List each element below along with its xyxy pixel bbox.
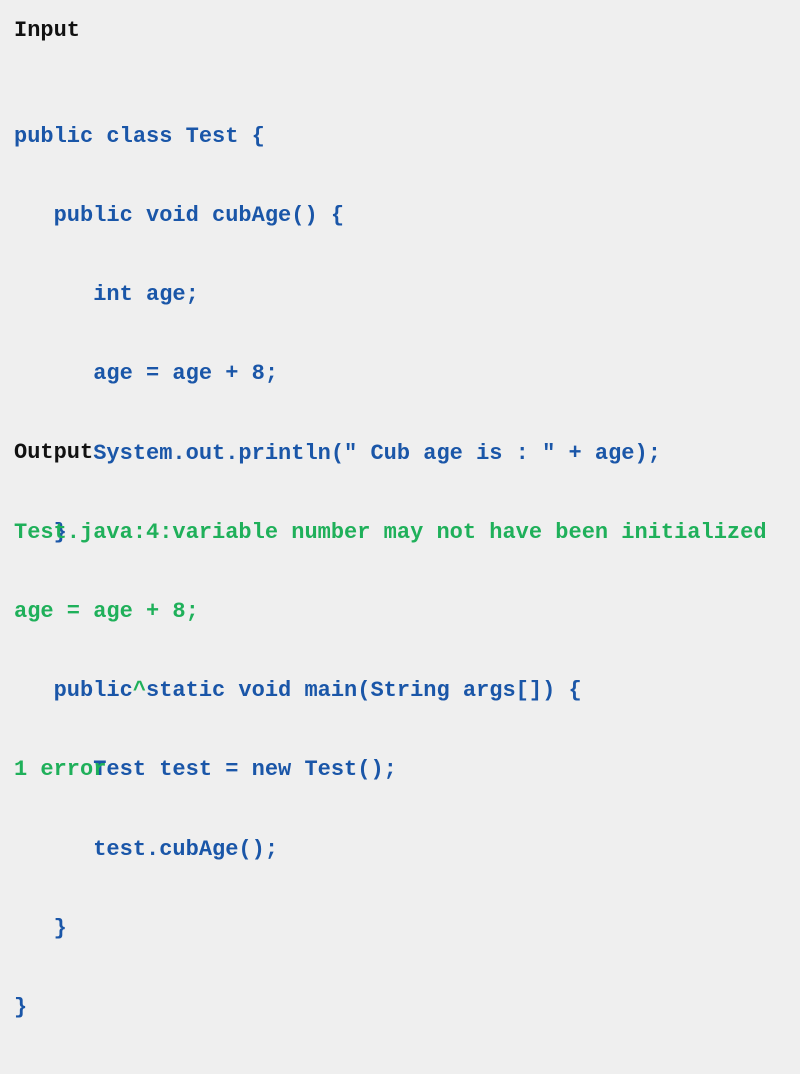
code-line: public void cubAge() { (14, 203, 345, 229)
code-line: System.out.println(" Cub age is : " + ag… (14, 440, 661, 466)
code-line: int age; (14, 282, 199, 308)
code-example-page: Input public class Test { public void cu… (0, 0, 800, 1020)
error-message-line: Test.java:4:variable number may not have… (14, 519, 767, 545)
code-line: } (14, 915, 67, 941)
code-line: } (14, 995, 28, 1021)
input-heading: Input (14, 18, 81, 43)
output-heading: Output (14, 440, 94, 465)
output-block: Test.java:4:variable number may not have… (14, 467, 767, 837)
code-line: age = age + 8; (14, 361, 279, 387)
error-source-line: age = age + 8; (14, 599, 199, 625)
code-line: public class Test { (14, 123, 265, 149)
code-line: test.cubAge(); (14, 836, 279, 862)
error-count-line: 1 error (14, 757, 107, 783)
error-caret-line: ^ (14, 678, 147, 704)
